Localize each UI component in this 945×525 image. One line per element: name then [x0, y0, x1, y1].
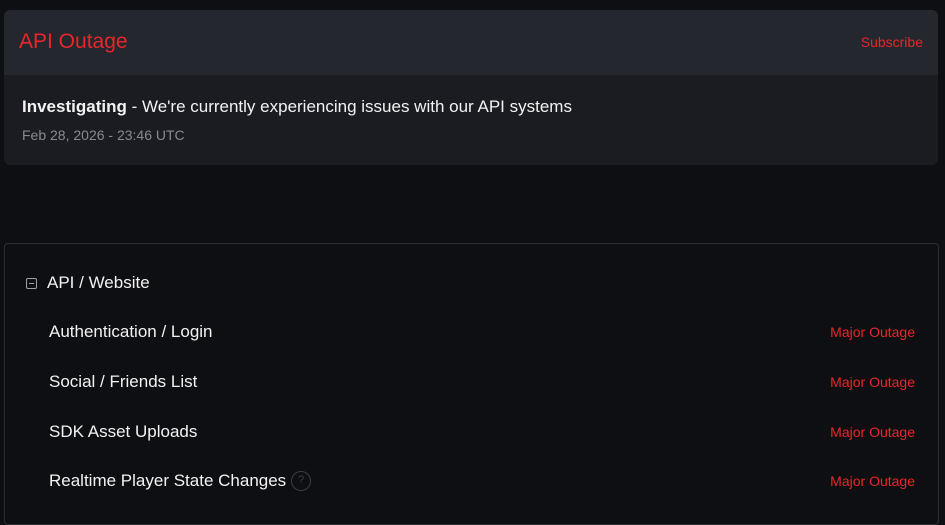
- component-name: Authentication / Login: [49, 322, 213, 341]
- component-group-name: API / Website: [47, 273, 150, 292]
- subscribe-button[interactable]: Subscribe: [861, 34, 923, 50]
- component-name-with-help: Realtime Player State Changes: [49, 470, 312, 492]
- component-name: SDK Asset Uploads: [49, 422, 198, 441]
- incident-card: API Outage Subscribe Investigating - We'…: [4, 10, 938, 165]
- update-status: Investigating: [22, 97, 127, 116]
- update-message: We're currently experiencing issues with…: [141, 97, 572, 116]
- update-timestamp: Feb 28, 2026 - 23:46 UTC: [22, 127, 185, 143]
- component-row: Authentication / Login Major Outage: [49, 321, 915, 343]
- incident-update: Investigating - We're currently experien…: [22, 97, 572, 117]
- component-name-text: Realtime Player State Changes: [49, 471, 287, 490]
- component-status: Major Outage: [830, 473, 915, 489]
- component-status: Major Outage: [830, 374, 915, 390]
- incident-header: API Outage Subscribe: [4, 10, 938, 75]
- components-card: API / Website Authentication / Login Maj…: [4, 243, 939, 525]
- component-group-header[interactable]: API / Website: [26, 273, 150, 293]
- component-row: Realtime Player State Changes Major Outa…: [49, 470, 915, 492]
- incident-title[interactable]: API Outage: [19, 30, 128, 54]
- minus-square-icon[interactable]: [26, 277, 37, 289]
- update-separator: -: [126, 97, 142, 116]
- component-status: Major Outage: [830, 324, 915, 340]
- component-name: Social / Friends List: [49, 372, 198, 391]
- component-row: SDK Asset Uploads Major Outage: [49, 421, 915, 443]
- component-row: Social / Friends List Major Outage: [49, 371, 915, 393]
- component-status: Major Outage: [830, 424, 915, 440]
- question-circle-icon[interactable]: [291, 471, 312, 491]
